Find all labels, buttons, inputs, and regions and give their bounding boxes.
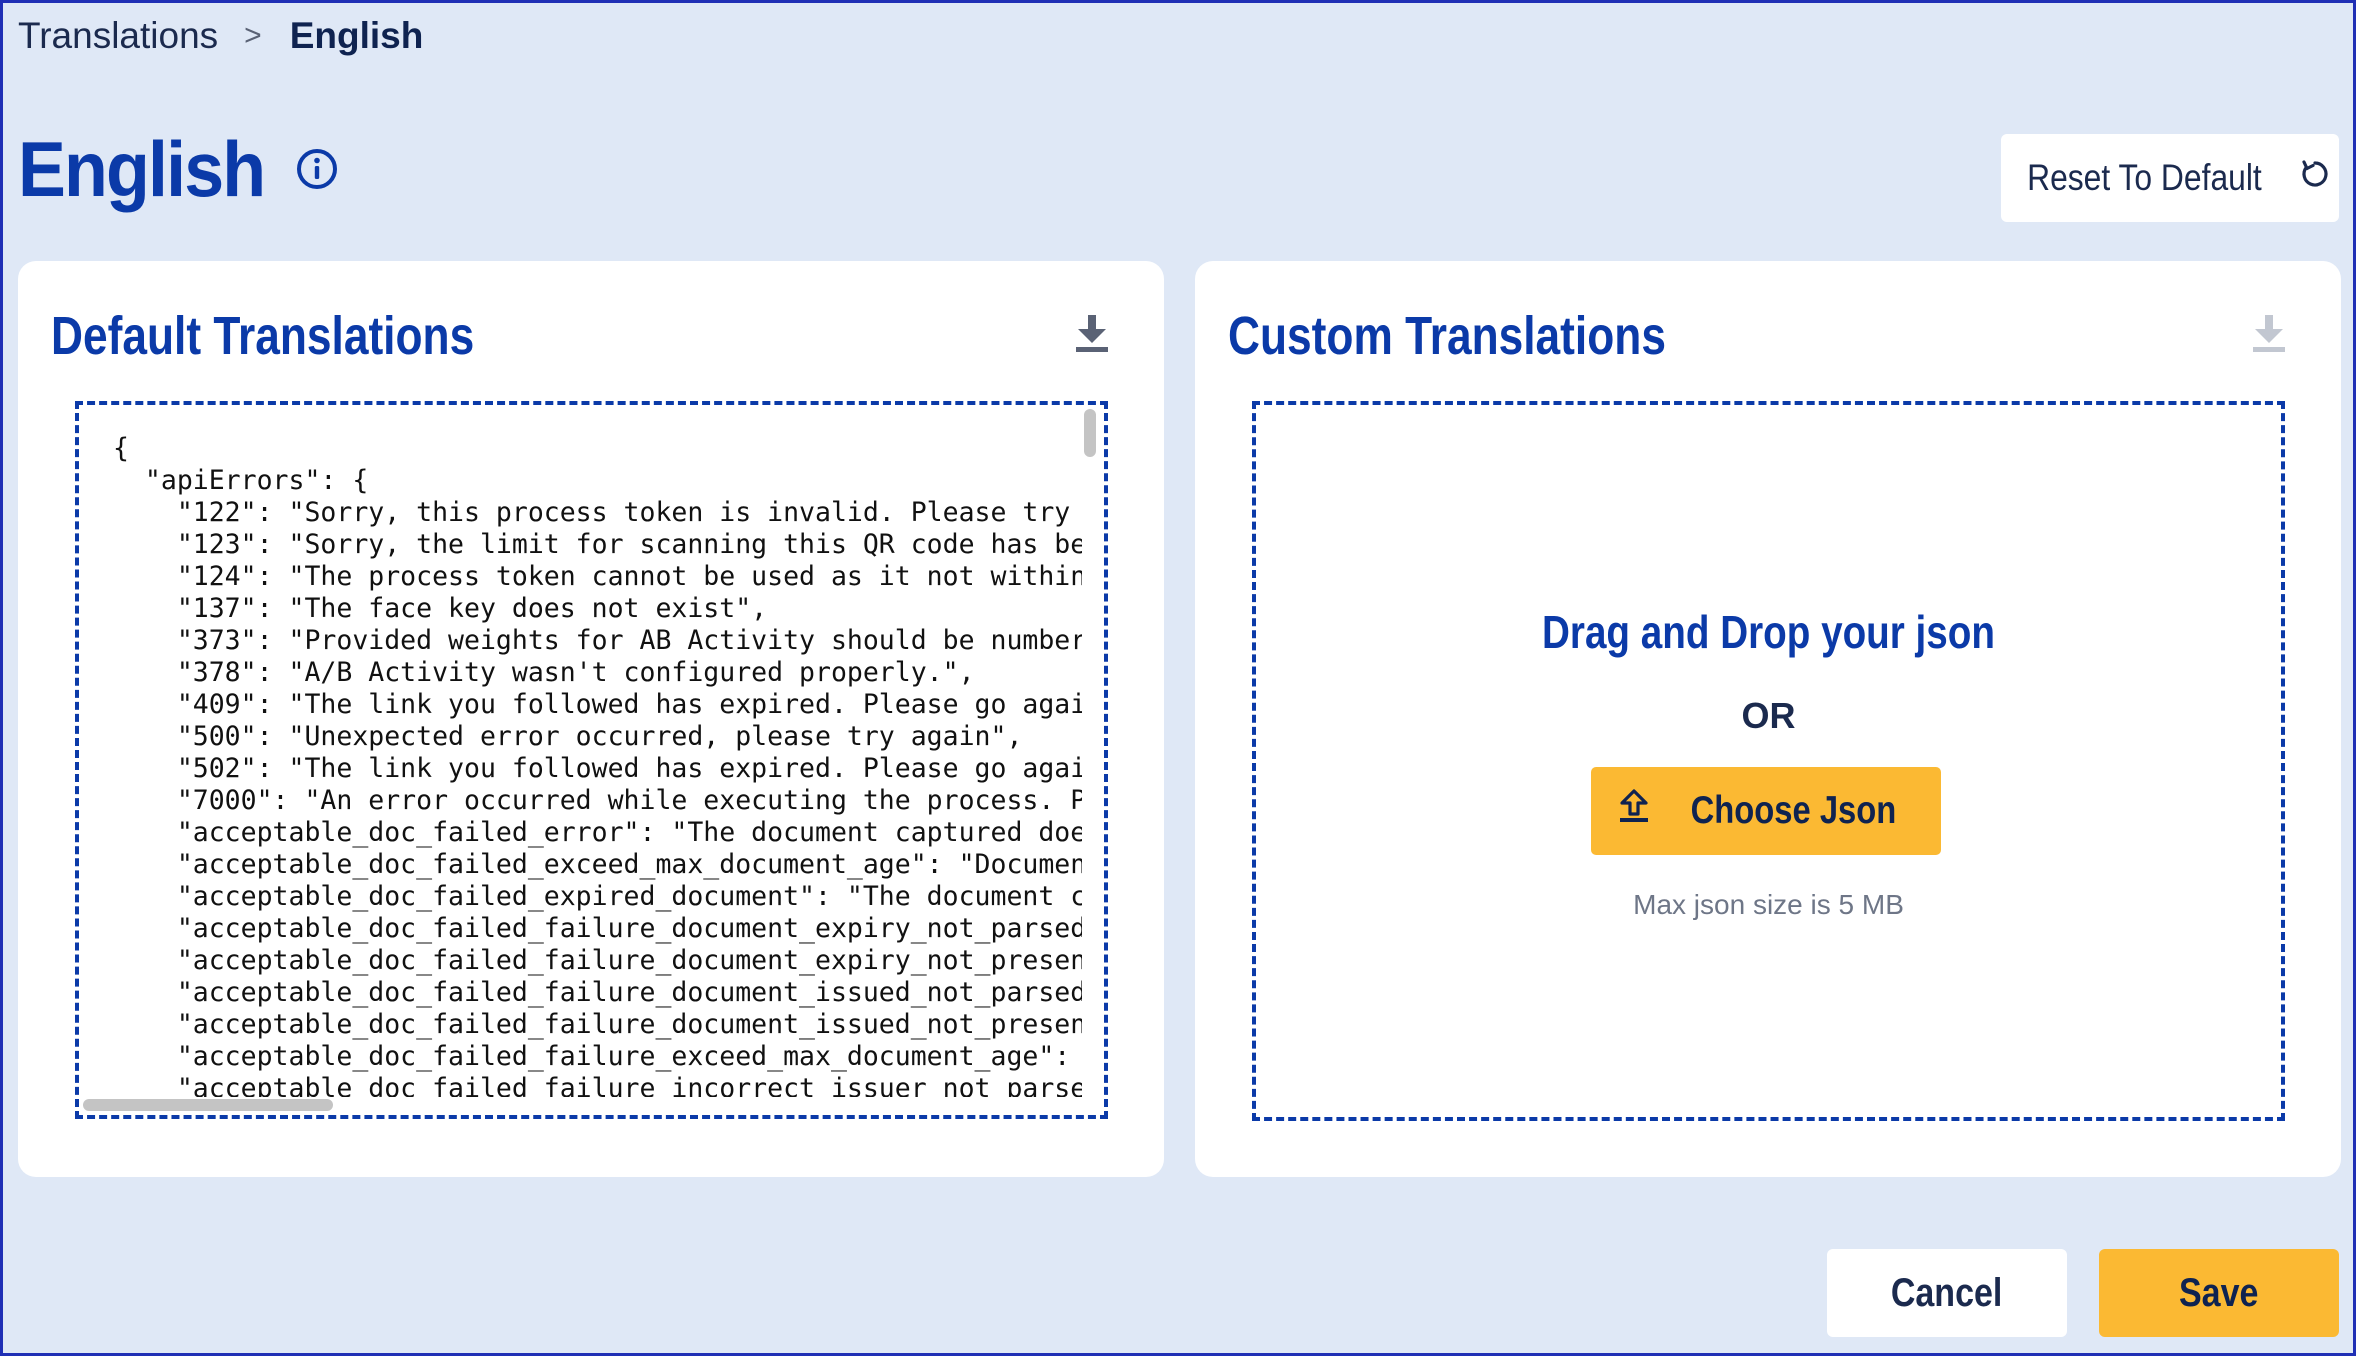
drop-zone-or: OR: [1741, 695, 1796, 736]
default-translations-panel: Default Translations { "apiErrors": { "1…: [18, 261, 1164, 1177]
breadcrumb-link-translations[interactable]: Translations: [18, 15, 218, 57]
choose-json-button[interactable]: Choose Json: [1591, 767, 1941, 855]
json-code-line: "409": "The link you followed has expire…: [113, 689, 1082, 720]
json-code-line: "acceptable_doc_failed_failure_exceed_ma…: [113, 1041, 1082, 1072]
breadcrumb: Translations > English: [18, 11, 423, 61]
json-code-line: "acceptable_doc_failed_failure_document_…: [113, 977, 1082, 1008]
json-code-line: "378": "A/B Activity wasn't configured p…: [113, 657, 975, 688]
default-json-viewer[interactable]: { "apiErrors": { "122": "Sorry, this pro…: [75, 401, 1108, 1119]
drop-zone-title: Drag and Drop your json: [1542, 606, 1995, 658]
json-code-line: "acceptable_doc_failed_failure_document_…: [113, 945, 1082, 976]
vertical-scrollbar[interactable]: [1084, 409, 1096, 457]
json-code-line: "acceptable_doc_failed_error": "The docu…: [113, 817, 1082, 848]
cancel-button[interactable]: Cancel: [1827, 1249, 2067, 1337]
json-code-line: "137": "The face key does not exist",: [113, 593, 768, 624]
json-code-text: { "apiErrors": { "122": "Sorry, this pro…: [113, 433, 1082, 1097]
custom-translations-title: Custom Translations: [1228, 306, 1666, 366]
json-code-line: "122": "Sorry, this process token is inv…: [113, 497, 1082, 528]
save-button-label: Save: [2179, 1270, 2259, 1315]
info-circle-icon[interactable]: [294, 146, 340, 192]
json-code-line: "acceptable_doc_failed_failure_document_…: [113, 913, 1082, 944]
json-code-line: "acceptable_doc_failed_exceed_max_docume…: [113, 849, 1082, 880]
json-drop-zone[interactable]: Drag and Drop your json OR Choose Json M…: [1252, 401, 2285, 1121]
upload-icon: [1617, 788, 1651, 834]
breadcrumb-separator: >: [244, 19, 262, 52]
download-icon: [2249, 311, 2289, 355]
download-icon[interactable]: [1072, 311, 1112, 355]
custom-translations-panel: Custom Translations Drag and Drop your j…: [1195, 261, 2341, 1177]
json-code-line: "502": "The link you followed has expire…: [113, 753, 1082, 784]
cancel-button-label: Cancel: [1891, 1270, 2003, 1315]
json-code-line: "acceptable_doc_failed_failure_document_…: [113, 1009, 1082, 1040]
save-button[interactable]: Save: [2099, 1249, 2339, 1337]
page-header: English: [18, 121, 340, 217]
json-code-line: "123": "Sorry, the limit for scanning th…: [113, 529, 1082, 560]
choose-json-label: Choose Json: [1690, 789, 1896, 832]
refresh-icon: [2298, 157, 2332, 200]
default-translations-title: Default Translations: [51, 306, 475, 366]
json-code-line: {: [113, 433, 129, 464]
max-size-hint: Max json size is 5 MB: [1633, 889, 1904, 920]
json-code-content: { "apiErrors": { "122": "Sorry, this pro…: [79, 405, 1082, 1097]
breadcrumb-current: English: [289, 15, 424, 56]
json-code-line: "124": "The process token cannot be used…: [113, 561, 1082, 592]
page-title: English: [18, 124, 266, 213]
reset-button-label: Reset To Default: [2026, 157, 2262, 198]
json-code-line: "acceptable_doc_failed_failure_incorrect…: [113, 1073, 1082, 1097]
horizontal-scrollbar[interactable]: [83, 1099, 333, 1111]
json-code-line: "apiErrors": {: [113, 465, 369, 496]
reset-to-default-button[interactable]: Reset To Default: [2001, 134, 2339, 222]
json-code-line: "500": "Unexpected error occurred, pleas…: [113, 721, 1023, 752]
json-code-line: "acceptable_doc_failed_expired_document"…: [113, 881, 1082, 912]
json-code-line: "7000": "An error occurred while executi…: [113, 785, 1082, 816]
json-code-line: "373": "Provided weights for AB Activity…: [113, 625, 1082, 656]
